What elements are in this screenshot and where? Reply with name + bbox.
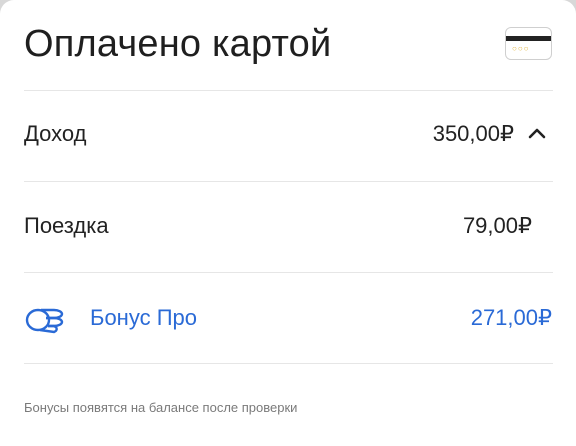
- coins-icon: [25, 308, 64, 334]
- divider: [24, 272, 553, 273]
- page-title: Оплачено картой: [24, 23, 332, 65]
- payment-details-card: Оплачено картой ○○○ Доход 350,00₽ Поездк…: [0, 0, 576, 446]
- divider: [24, 363, 553, 364]
- bonus-value: 271,00₽: [470, 305, 552, 330]
- income-label: Доход: [24, 121, 87, 146]
- ride-label: Поездка: [24, 213, 109, 238]
- chevron-up-icon[interactable]: [527, 125, 547, 141]
- divider: [24, 181, 553, 182]
- income-value: 350,00₽: [432, 121, 514, 146]
- bank-card-icon: ○○○: [505, 27, 552, 60]
- bonus-footnote: Бонусы появятся на балансе после проверк…: [24, 400, 298, 415]
- bonus-label: Бонус Про: [90, 305, 197, 330]
- ride-value: 79,00₽: [462, 213, 532, 238]
- divider: [24, 90, 553, 91]
